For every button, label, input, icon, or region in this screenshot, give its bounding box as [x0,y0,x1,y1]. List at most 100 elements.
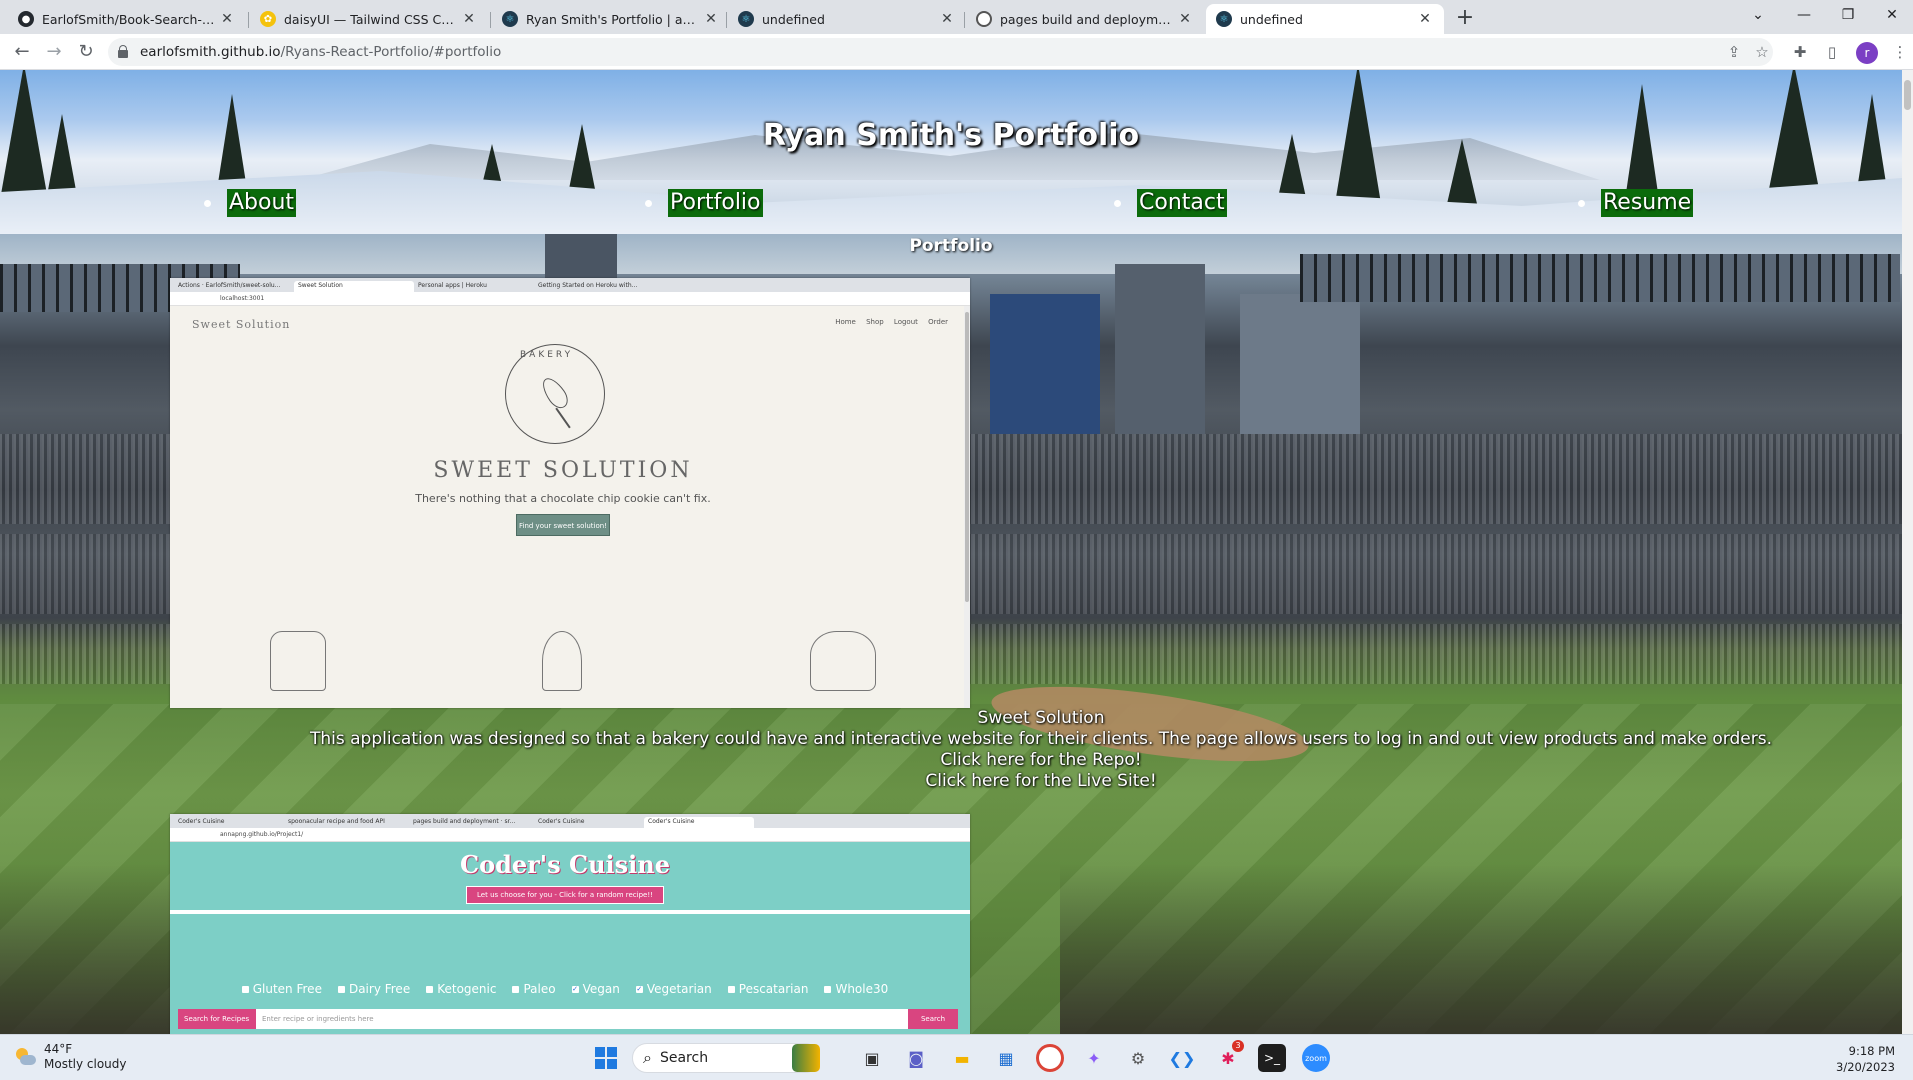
nav-link-contact[interactable]: Contact [1137,189,1227,217]
screenshot-heading: SWEET SOLUTION [433,458,693,483]
live-site-link[interactable]: Click here for the Live Site! [240,771,1842,792]
address-bar[interactable]: earlofsmith.github.io/Ryans-React-Portfo… [108,38,1773,66]
settings-gear-icon[interactable]: ⚙ [1124,1044,1152,1072]
new-tab-button[interactable]: + [1452,6,1478,32]
nav-link-portfolio[interactable]: Portfolio [668,189,763,217]
side-panel-icon[interactable]: ▯ [1822,42,1842,62]
bookmark-star-icon[interactable]: ☆ [1752,42,1772,62]
restore-button[interactable]: ❐ [1826,0,1870,32]
screenshot-tab: Getting Started on Heroku with... [538,282,638,289]
microsoft-store-icon[interactable]: ▦ [992,1044,1020,1072]
tab-1[interactable]: ● EarlofSmith/Book-Search-Engine ✕ [8,4,246,34]
slack-icon[interactable]: ✱ 3 [1214,1040,1244,1072]
screenshot-url: localhost:3001 [170,292,970,306]
weather-widget[interactable]: 44°F Mostly cloudy [14,1042,127,1072]
tab-title: EarlofSmith/Book-Search-Engine [42,11,218,27]
extensions-puzzle-icon[interactable]: ✚ [1790,42,1810,62]
screenshot-tab: Actions · EarlofSmith/sweet-solu... [178,282,281,289]
site-title: Ryan Smith's Portfolio [762,118,1140,153]
screenshot-tab: pages build and deployment · sr... [413,818,516,825]
search-icon: ⌕ [643,1048,652,1067]
random-recipe-button: Let us choose for you - Click for a rand… [466,886,664,904]
screenshot-tab-strip: Coder's Cuisine spoonacular recipe and f… [170,814,970,828]
nav-item-contact[interactable]: Contact [1114,188,1227,218]
checkmark-icon: ✓ [635,984,643,993]
task-view-icon[interactable]: ▣ [858,1044,886,1072]
back-arrow-icon[interactable]: ← [10,40,34,64]
react-icon: ⚛ [1216,11,1232,27]
tab-6-active[interactable]: ⚛ undefined ✕ [1206,4,1444,34]
diet-filters: Gluten Free Dairy Free Ketogenic Paleo ✓… [170,982,960,996]
minimize-button[interactable]: — [1782,0,1826,32]
teams-chat-icon[interactable]: ◙ [902,1044,930,1072]
windows-taskbar: 44°F Mostly cloudy ⌕ Search ▣ ◙ ▬ ▦ ✦ ⚙ … [0,1034,1913,1080]
project-screenshot-coders-cuisine[interactable]: Coder's Cuisine spoonacular recipe and f… [170,814,970,1034]
tab-title: pages build and deployment · EarlofSmith [1000,11,1176,27]
tab-3[interactable]: ⚛ Ryan Smith's Portfolio | about ✕ [492,4,730,34]
screenshot-tab: Coder's Cuisine [178,818,225,825]
tab-5[interactable]: pages build and deployment · EarlofSmith… [966,4,1204,34]
coders-cuisine-page: Coder's Cuisine Let us choose for you - … [170,842,970,1034]
checkmark-icon: ✓ [571,984,579,993]
screenshot-tab: Coder's Cuisine [538,818,585,825]
windows-logo-icon [595,1047,617,1069]
screenshot-search-bar: Search for Recipes Enter recipe or ingre… [178,1009,958,1029]
search-label: Search [659,1050,709,1066]
partly-cloudy-icon [14,1046,36,1068]
share-icon[interactable]: ⇪ [1724,42,1744,62]
nav-item-resume[interactable]: Resume [1578,188,1694,218]
daisyui-icon: ✿ [260,11,276,27]
tab-close-icon[interactable]: ✕ [218,11,236,27]
menu-dots-icon[interactable]: ⋮ [1890,42,1910,62]
tab-close-icon[interactable]: ✕ [1176,11,1194,27]
tab-strip: ● EarlofSmith/Book-Search-Engine ✕ ✿ dai… [0,0,1913,34]
browser-toolbar: ← → ↻ earlofsmith.github.io/Ryans-React-… [0,34,1913,70]
tab-close-icon[interactable]: ✕ [1416,11,1434,27]
tab-2[interactable]: ✿ daisyUI — Tailwind CSS Components ✕ [250,4,488,34]
screenshot-tab: spoonacular recipe and food API [288,818,385,825]
tab-close-icon[interactable]: ✕ [702,11,720,27]
vscode-icon[interactable]: ❮❯ [1168,1044,1196,1072]
site-header: Ryan Smith's Portfolio About Portfolio C… [0,70,1902,234]
tab-close-icon[interactable]: ✕ [938,11,956,27]
cake-stand-icon [542,631,582,691]
project-description: This application was designed so that a … [310,729,1772,749]
file-explorer-icon[interactable]: ▬ [948,1044,976,1072]
tab-title: daisyUI — Tailwind CSS Components [284,11,460,27]
forward-arrow-icon[interactable]: → [42,40,66,64]
nav-item-about[interactable]: About [204,188,297,218]
start-button[interactable] [592,1044,620,1072]
nav-link-resume[interactable]: Resume [1601,189,1694,217]
project-name: Sweet Solution [977,708,1105,728]
screenshot-tagline: There's nothing that a chocolate chip co… [415,492,711,505]
filter-vegetarian: ✓ Vegetarian [635,982,712,996]
tab-close-icon[interactable]: ✕ [460,11,478,27]
notification-badge: 3 [1232,1040,1244,1052]
github-icon: ● [18,11,34,27]
screenshot-nav: Home Shop Logout Order [835,318,948,326]
clock-time: 9:18 PM [1848,1044,1895,1058]
nav-item-portfolio[interactable]: Portfolio [645,188,763,218]
weather-condition: Mostly cloudy [44,1057,127,1071]
close-window-button[interactable]: ✕ [1870,0,1913,32]
profile-avatar[interactable]: r [1856,42,1878,64]
zoom-icon[interactable]: zoom [1302,1044,1330,1072]
url-text[interactable]: earlofsmith.github.io/Ryans-React-Portfo… [140,44,501,60]
copilot-icon[interactable]: ✦ [1080,1044,1108,1072]
screenshot-heading: Coder's Cuisine [459,850,671,879]
reload-icon[interactable]: ↻ [74,40,98,64]
repo-link[interactable]: Click here for the Repo! [240,750,1842,771]
widgets-icon[interactable] [792,1044,820,1072]
section-heading: Portfolio [909,236,993,256]
terminal-icon[interactable]: >_ [1258,1044,1286,1072]
project-screenshot-sweet-solution[interactable]: Actions · EarlofSmith/sweet-solu... Swee… [170,278,970,708]
tab-search-chevron-icon[interactable]: ⌄ [1736,0,1780,32]
chrome-icon[interactable] [1036,1044,1064,1072]
page-scrollbar[interactable] [1902,70,1913,1034]
system-clock[interactable]: 9:18 PM 3/20/2023 [1836,1043,1895,1075]
filter-pescatarian: Pescatarian [727,982,808,996]
tab-4[interactable]: ⚛ undefined ✕ [728,4,966,34]
filter-gluten-free: Gluten Free [241,982,322,996]
sweet-solution-page: Sweet Solution Home Shop Logout Order BA… [170,306,970,708]
nav-link-about[interactable]: About [227,189,297,217]
